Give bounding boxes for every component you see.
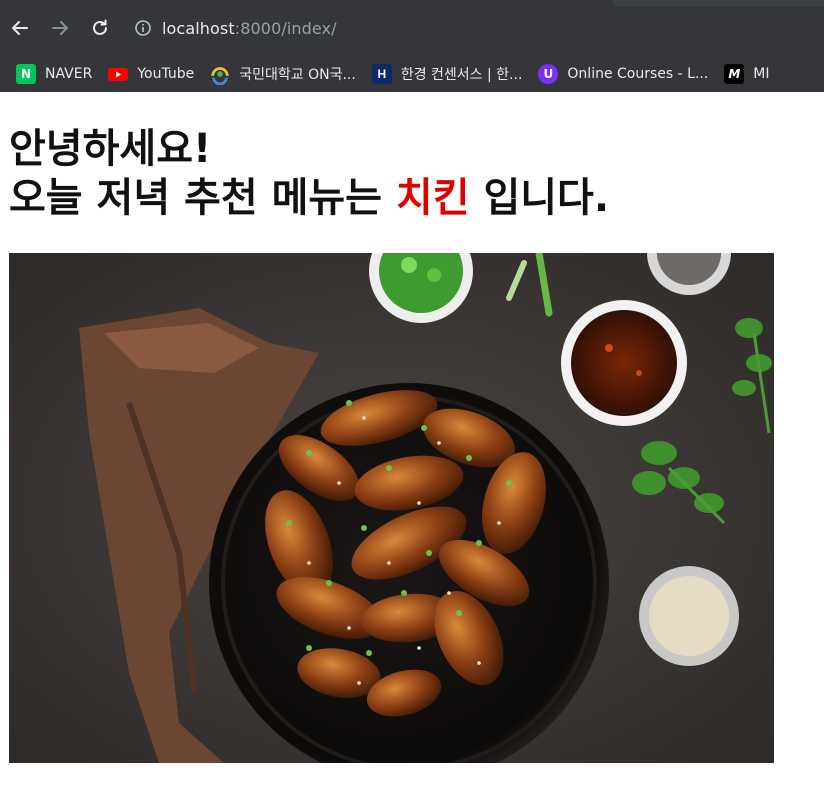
reload-icon [93, 19, 107, 35]
bookmark-online-courses[interactable]: U Online Courses - L... [532, 60, 714, 88]
forward-button[interactable] [40, 8, 80, 48]
back-button[interactable] [0, 8, 40, 48]
hankyung-icon: H [371, 64, 392, 84]
bookmark-label: NAVER [45, 66, 93, 82]
page-content: 안녕하세요! 오늘 저녁 추천 메뉴는 치킨 입니다. [0, 92, 824, 763]
kookmin-icon [210, 64, 230, 85]
browser-chrome: localhost:8000/index/ N NAVER YouTube 국민… [0, 0, 824, 92]
forward-arrow-icon [52, 21, 68, 35]
address-bar[interactable]: localhost:8000/index/ [126, 8, 824, 48]
bookmark-label: Online Courses - L... [567, 66, 709, 82]
youtube-icon [108, 64, 129, 84]
menu-item-highlight: 치킨 [395, 175, 470, 221]
recommend-prefix: 오늘 저녁 추천 메뉴는 [9, 175, 396, 221]
url-host: localhost [162, 18, 235, 38]
info-icon[interactable] [134, 19, 152, 37]
online-courses-icon: U [538, 64, 559, 84]
url-text[interactable]: localhost:8000/index/ [162, 19, 337, 38]
bookmark-label: MI [753, 66, 770, 82]
tab-strip-edge [612, 0, 824, 6]
bookmark-label: 국민대학교 ON국... [239, 67, 356, 83]
back-arrow-icon [12, 21, 28, 35]
page-heading: 안녕하세요! 오늘 저녁 추천 메뉴는 치킨 입니다. [9, 92, 815, 223]
bookmark-naver[interactable]: N NAVER [10, 60, 98, 88]
m-icon: M [724, 64, 745, 84]
naver-icon: N [16, 64, 36, 84]
bookmarks-bar: N NAVER YouTube 국민대학교 ON국... H 한경 컨센서스 |… [0, 56, 824, 92]
greeting-text: 안녕하세요! [9, 126, 212, 172]
bookmark-kookmin[interactable]: 국민대학교 ON국... [204, 60, 362, 88]
url-path: :8000/index/ [234, 18, 337, 38]
bookmark-label: YouTube [137, 66, 195, 82]
recommend-suffix: 입니다. [469, 175, 610, 221]
bookmark-m[interactable]: M MI [718, 60, 775, 88]
chicken-wings-photo [9, 253, 774, 763]
reload-button[interactable] [80, 8, 120, 48]
bookmark-label: 한경 컨센서스 | 한... [400, 67, 523, 83]
bookmark-hankyung[interactable]: H 한경 컨센서스 | 한... [366, 60, 529, 88]
browser-toolbar: localhost:8000/index/ [0, 0, 824, 56]
bookmark-youtube[interactable]: YouTube [102, 60, 200, 88]
